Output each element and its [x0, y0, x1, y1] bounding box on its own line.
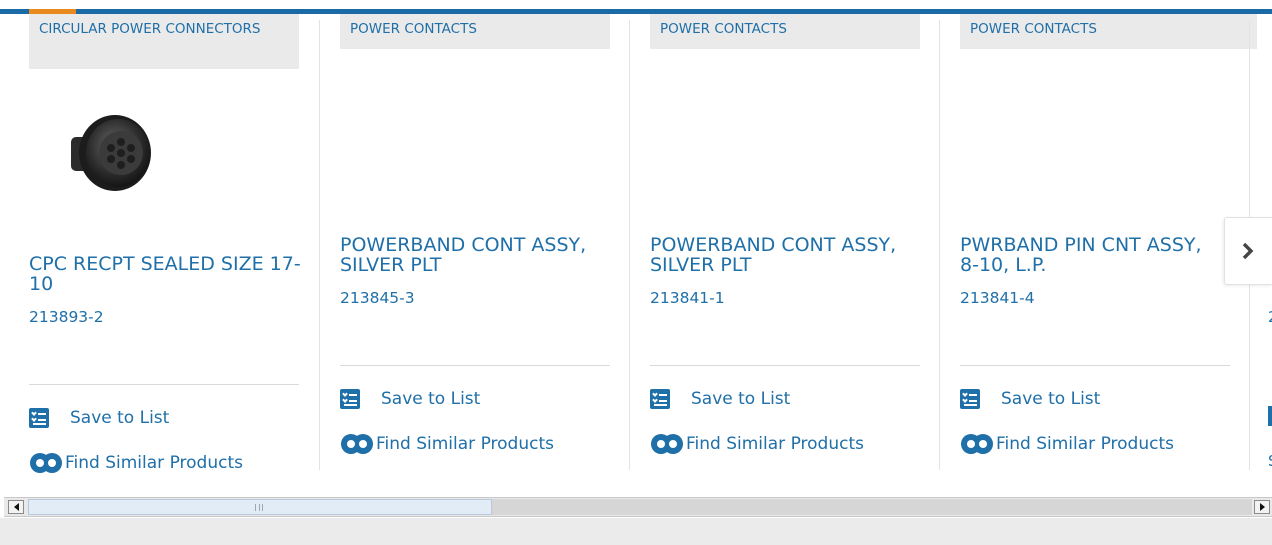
- similar-gears-icon: [651, 434, 683, 454]
- similar-gears-icon: [961, 434, 993, 454]
- card-divider: [650, 365, 920, 366]
- save-to-list-label: Save to List: [1001, 389, 1101, 409]
- find-similar-label: Find Similar Products: [996, 434, 1174, 454]
- similar-gears-icon: [30, 453, 62, 473]
- card-separator: [939, 20, 940, 470]
- find-similar-label: Find Similar Products: [686, 434, 864, 454]
- product-title[interactable]: POWERBAND CONT ASSY, SILVER PLT: [650, 235, 930, 275]
- triangle-left-icon: [14, 503, 19, 511]
- part-number[interactable]: 213845-3: [340, 289, 415, 307]
- save-to-list-label: Save to List: [381, 389, 481, 409]
- checklist-icon: [650, 389, 670, 409]
- category-label[interactable]: POWER CONTACTS: [650, 14, 920, 49]
- find-similar-label[interactable]: S: [1268, 452, 1272, 470]
- product-title[interactable]: CPC RECPT SEALED SIZE 17-10: [29, 254, 309, 294]
- find-similar-button[interactable]: Find Similar Products: [650, 432, 864, 456]
- similar-gears-icon: [341, 434, 373, 454]
- scrollbar-thumb[interactable]: [28, 499, 492, 515]
- footer-area: [0, 518, 1272, 545]
- find-similar-label: Find Similar Products: [376, 434, 554, 454]
- save-to-list-button[interactable]: Save to List: [960, 389, 1100, 409]
- part-number[interactable]: 2: [1268, 308, 1272, 326]
- card-divider: [960, 365, 1230, 366]
- scroll-left-button[interactable]: [8, 500, 24, 514]
- find-similar-label: Find Similar Products: [65, 453, 243, 473]
- save-to-list-label: Save to List: [691, 389, 791, 409]
- product-image[interactable]: [63, 109, 158, 199]
- product-card: POWER CONTACTS POWERBAND CONT ASSY, SILV…: [340, 14, 610, 484]
- scrollbar-track[interactable]: [492, 499, 1252, 515]
- product-card: CIRCULAR POWER CONNECTORS CPC RECPT SEAL…: [29, 14, 301, 484]
- save-to-list-button[interactable]: Save to List: [29, 408, 169, 428]
- chevron-right-icon: [1242, 242, 1254, 260]
- checklist-icon: [340, 389, 360, 409]
- scroll-right-button[interactable]: [1254, 500, 1270, 514]
- part-number[interactable]: 213893-2: [29, 308, 104, 326]
- card-divider: [340, 365, 610, 366]
- card-separator: [629, 20, 630, 470]
- product-carousel: CIRCULAR POWER CONNECTORS CPC RECPT SEAL…: [0, 14, 1272, 484]
- product-title[interactable]: PWRBAND PIN CNT ASSY, 8-10, L.P.: [960, 235, 1225, 275]
- category-label[interactable]: CIRCULAR POWER CONNECTORS: [29, 14, 299, 69]
- part-number[interactable]: 213841-1: [650, 289, 725, 307]
- part-number[interactable]: 213841-4: [960, 289, 1035, 307]
- card-divider: [29, 384, 299, 385]
- card-separator: [319, 20, 320, 470]
- product-card: POWER CONTACTS POWERBAND CONT ASSY, SILV…: [650, 14, 920, 484]
- checklist-icon: [960, 389, 980, 409]
- save-to-list-label: Save to List: [70, 408, 170, 428]
- find-similar-button[interactable]: Find Similar Products: [340, 432, 554, 456]
- category-label[interactable]: POWER CONTACTS: [340, 14, 610, 49]
- checklist-icon[interactable]: [1268, 406, 1272, 426]
- carousel-next-button[interactable]: [1224, 217, 1272, 285]
- grip-icon: [255, 504, 263, 511]
- category-label[interactable]: POWER CONTACTS: [960, 14, 1257, 49]
- save-to-list-button[interactable]: Save to List: [650, 389, 790, 409]
- triangle-right-icon: [1260, 503, 1265, 511]
- horizontal-scrollbar[interactable]: [4, 497, 1272, 517]
- product-card: POWER CONTACTS PWRBAND PIN CNT ASSY, 8-1…: [960, 14, 1257, 484]
- save-to-list-button[interactable]: Save to List: [340, 389, 480, 409]
- product-title[interactable]: POWERBAND CONT ASSY, SILVER PLT: [340, 235, 620, 275]
- find-similar-button[interactable]: Find Similar Products: [29, 451, 243, 475]
- checklist-icon: [29, 408, 49, 428]
- find-similar-button[interactable]: Find Similar Products: [960, 432, 1174, 456]
